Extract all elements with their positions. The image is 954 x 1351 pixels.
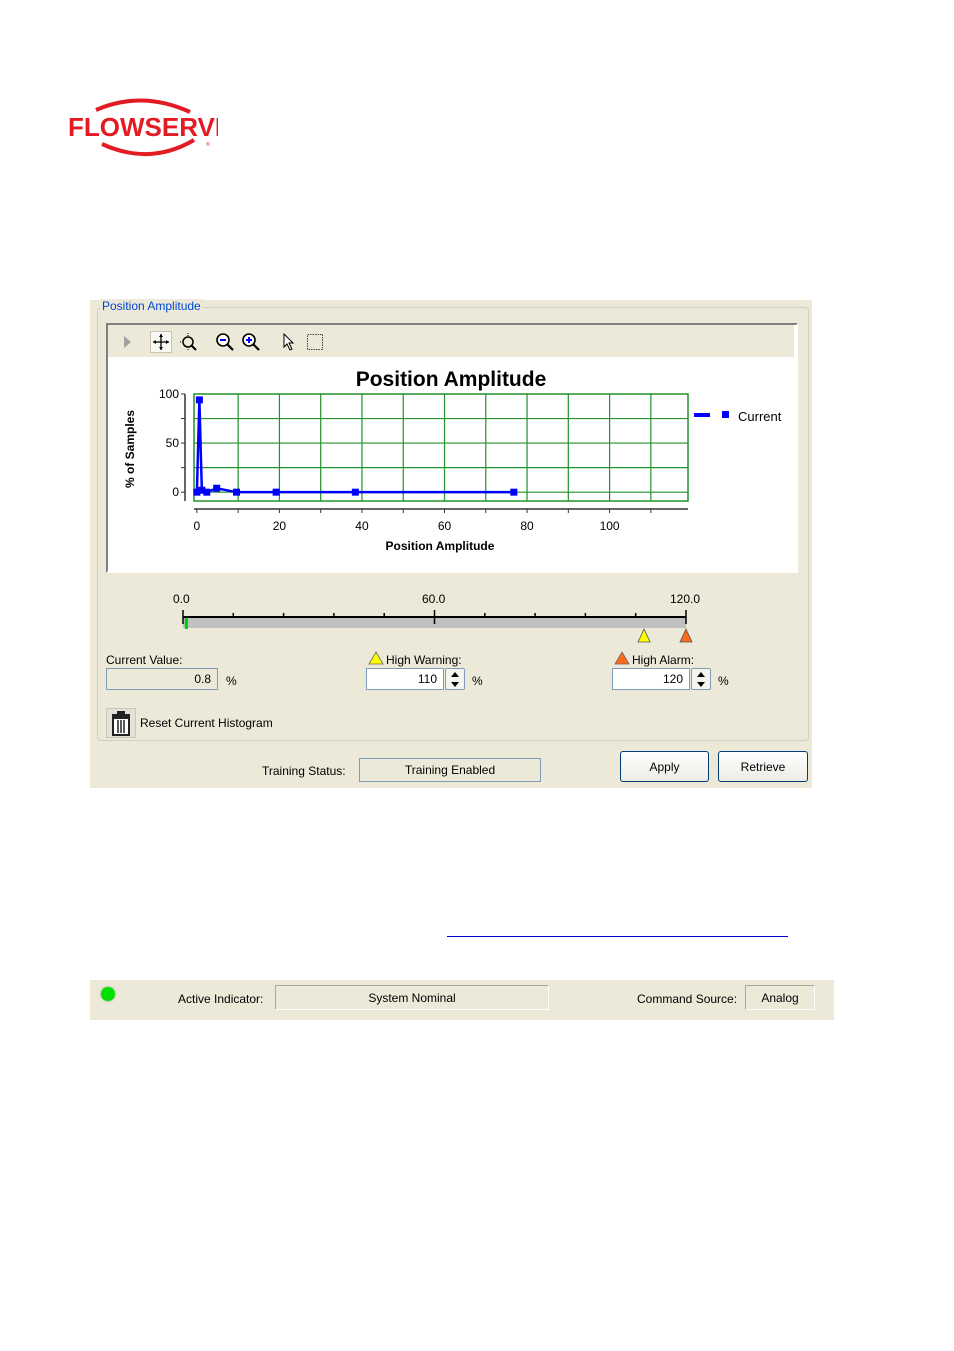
series-line-current [195,399,514,494]
y-tick-label: 0 [172,485,179,499]
chart-legend: Current [694,409,782,424]
pan-icon[interactable] [150,331,172,353]
spin-down-icon[interactable] [451,681,459,687]
data-point [510,488,518,496]
status-indicator-led [101,987,115,1001]
high-alarm-spinner[interactable] [691,668,711,690]
select-rectangle-icon[interactable] [304,331,326,353]
high-warning-input[interactable]: 110 [366,668,444,690]
training-status-field: Training Enabled [359,758,541,782]
y-axis-label: % of Samples [123,410,137,488]
current-value-field: 0.8 [106,668,218,690]
x-tick-label: 60 [438,519,452,533]
training-status-label: Training Status: [262,764,346,778]
apply-button[interactable]: Apply [620,751,709,782]
active-indicator-label: Active Indicator: [178,992,264,1006]
chart-grid [193,393,689,502]
zoom-out-icon[interactable] [214,331,236,353]
reset-histogram-label[interactable]: Reset Current Histogram [140,716,273,730]
reset-histogram-button[interactable] [106,708,136,738]
flowserve-logo: FLOWSERVE ® [66,96,232,160]
high-warning-unit: % [472,674,483,688]
data-point [233,488,241,496]
chart-toolbar [108,325,794,357]
alarm-triangle-icon [614,651,630,665]
data-point [351,488,359,496]
y-tick-label: 100 [159,387,179,401]
zoom-box-icon[interactable] [178,331,200,353]
chart-title: Position Amplitude [356,368,547,391]
current-value-marker [184,618,188,629]
spin-up-icon[interactable] [697,671,705,677]
plot-border [193,393,689,502]
x-tick-label: 100 [600,519,620,533]
active-indicator-field: System Nominal [275,985,549,1010]
trash-icon [112,711,130,736]
group-title: Position Amplitude [100,299,203,313]
y-tick-label: 50 [166,436,180,450]
x-tick-label: 0 [194,519,201,533]
command-source-field: Analog [745,985,815,1010]
high-warning-label: High Warning: [386,653,462,667]
data-point [195,396,203,404]
x-tick-label: 80 [520,519,534,533]
hyperlink-underline[interactable] [447,936,788,937]
command-source-label: Command Source: [637,992,738,1006]
x-axis-label: Position Amplitude [386,539,495,553]
chart-series [193,396,518,496]
spin-down-icon[interactable] [697,681,705,687]
zoom-in-icon[interactable] [240,331,262,353]
position-amplitude-chart: Position Amplitude 0 50 100 0 20 40 60 80 100 Po… [123,368,782,553]
x-tick-label: 20 [273,519,287,533]
retrieve-button[interactable]: Retrieve [718,751,808,782]
spin-up-icon[interactable] [451,671,459,677]
high-alarm-marker[interactable] [679,628,693,643]
data-point [213,484,221,492]
legend-marker-swatch [722,411,729,418]
current-value-unit: % [226,674,237,688]
data-point [272,488,280,496]
select-pointer-icon[interactable] [278,331,300,353]
logo-text: FLOWSERVE [68,112,218,142]
logo-swoosh-icon: FLOWSERVE ® [68,98,232,156]
data-point [203,488,211,496]
x-tick-label: 40 [355,519,369,533]
high-alarm-label: High Alarm: [632,653,695,667]
threshold-slider[interactable] [170,590,710,650]
svg-text:®: ® [206,141,210,148]
current-value-label: Current Value: [106,653,183,667]
high-warning-spinner[interactable] [445,668,465,690]
high-alarm-input[interactable]: 120 [612,668,690,690]
legend-line-swatch [694,413,710,417]
warning-triangle-icon [368,651,384,665]
play-arrow-icon[interactable] [116,331,138,353]
high-warning-marker[interactable] [637,628,651,643]
legend-label: Current [738,409,782,424]
high-alarm-unit: % [718,674,729,688]
